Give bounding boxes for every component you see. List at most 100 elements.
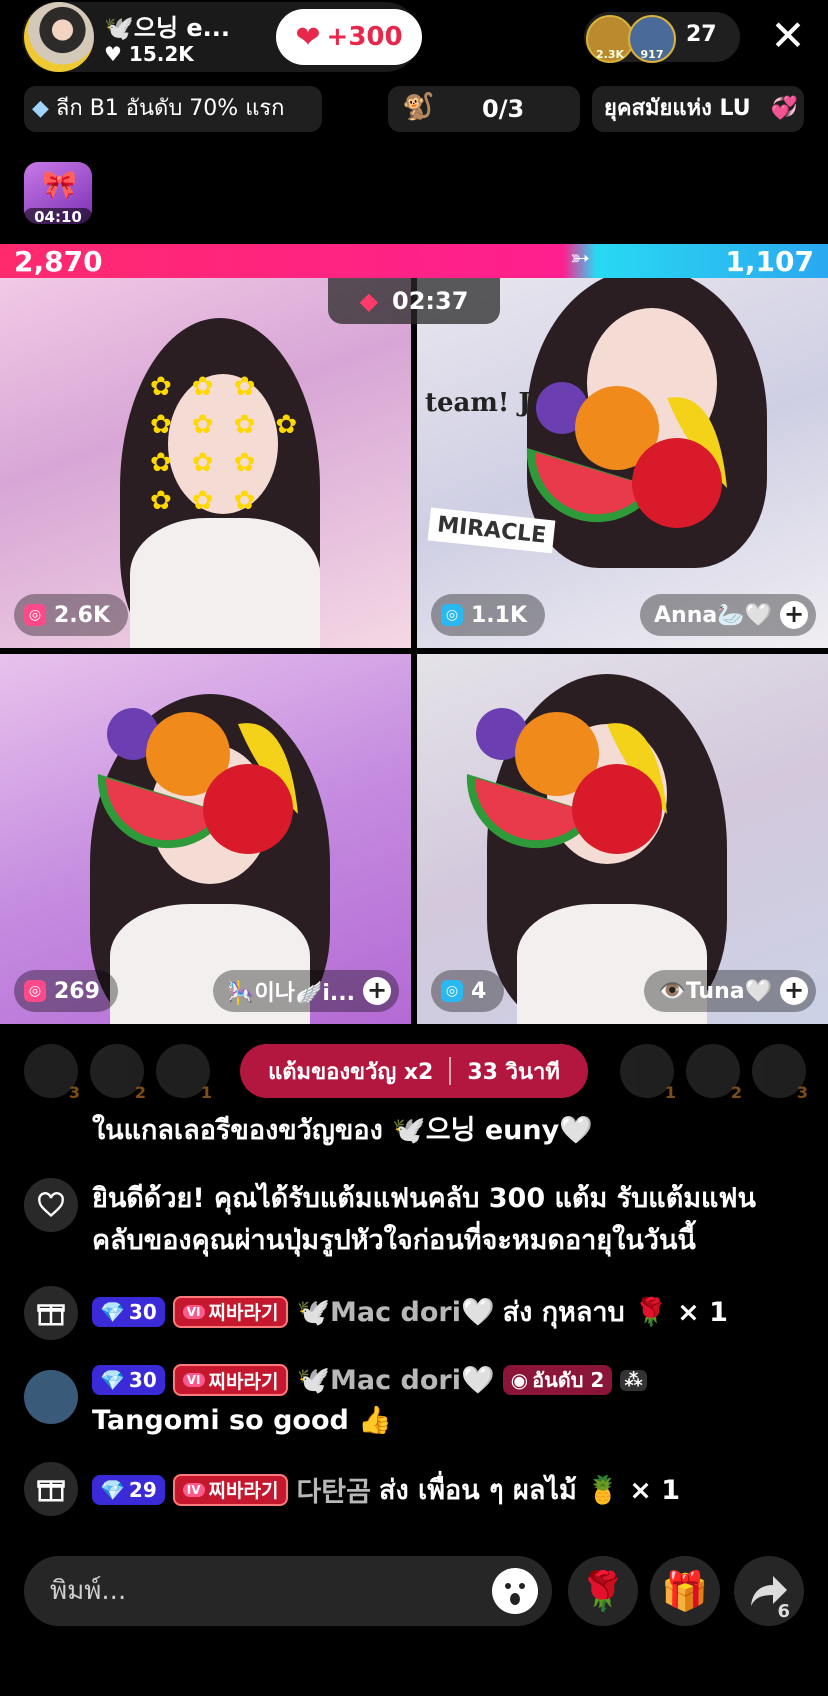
tile-gift-count[interactable]: ◎ 1.1K	[431, 594, 546, 636]
chat-gift-message: 💎 29 IV 찌바라기 다탄곰 ส่ง เพื่อน ๆ ผลไม้ 🍍 × 1	[92, 1468, 680, 1511]
viewer-count[interactable]: 27	[686, 22, 717, 47]
stream-tile-4[interactable]: ◎ 4 👁️Tuna🤍 +	[417, 654, 828, 1024]
chat-message: ในแกลเลอรีของขวัญของ 🕊️으닝 euny🤍	[92, 1115, 593, 1146]
hearts-icon: 💞	[770, 96, 798, 121]
divider	[449, 1057, 452, 1085]
chat-system-message: ยินดีด้วย! คุณได้รับแต้มแฟนคลับ 300 แต้ม…	[92, 1183, 757, 1214]
rose-gift-button[interactable]: 🌹	[568, 1556, 638, 1626]
rank-avatar-right[interactable]: 1	[620, 1044, 676, 1102]
chat-message-text: Tangomi so good 👍	[92, 1405, 392, 1436]
comment-box[interactable]	[24, 1556, 552, 1626]
fruit-gift-effect	[526, 382, 727, 528]
gift-multiplier-banner[interactable]: แต้มของขวัญ x2 33 วินาที	[240, 1044, 588, 1098]
gift-icon: ◎	[24, 980, 46, 1002]
fanclub-badge: IV 찌바라기	[172, 1473, 289, 1506]
monkey-icon: 🐒	[402, 92, 435, 122]
era-text: ยุคสมัยแห่ง LU	[604, 96, 751, 121]
treasure-box[interactable]: 🎀 04:10	[24, 162, 92, 226]
gift-icon: 🎁	[661, 1568, 709, 1613]
tile-streamer-name[interactable]: 👁️Tuna🤍 +	[644, 970, 816, 1012]
viewer-avatar[interactable]: 2.3K	[586, 15, 634, 63]
user-avatar[interactable]	[24, 1370, 78, 1424]
quest-progress-text: 0/3	[482, 95, 525, 123]
chat-action: ส่ง กุหลาบ 🌹 × 1	[502, 1297, 728, 1328]
streamer-name: Anna🦢🤍	[654, 602, 772, 628]
gift-icon: ◎	[441, 980, 463, 1002]
host-likes-value: 15.2K	[128, 42, 194, 66]
comment-input[interactable]	[48, 1570, 472, 1612]
tile-streamer-name[interactable]: 🎠이나🪽i... +	[213, 970, 399, 1012]
tile-count: 269	[54, 978, 100, 1004]
close-icon[interactable]: ✕	[766, 14, 810, 58]
league-badge[interactable]: ◆ ลีก B1 อันดับ 70% แรก	[24, 86, 322, 132]
chat-username[interactable]: 🕊️Mac dori🤍	[296, 1296, 494, 1328]
rose-icon: 🌹	[579, 1568, 627, 1613]
gift-button[interactable]: 🎁	[650, 1556, 720, 1626]
multiplier-label: แต้มของขวัญ x2	[268, 1059, 434, 1085]
left-score: 2,870	[14, 245, 103, 278]
stream-tile-2[interactable]: team! Joi MIRACLE ◎ 1.1K Anna🦢🤍 +	[417, 278, 828, 648]
tile-gift-count[interactable]: ◎ 4	[431, 970, 505, 1012]
host-name[interactable]: 🕊️으닝 e...	[104, 8, 230, 43]
level-badge: 💎 29	[92, 1474, 165, 1505]
rank-badge: ◉ อันดับ 2	[502, 1365, 613, 1395]
chat-gift-message: 💎 30 VI 찌바라기 🕊️Mac dori🤍 ส่ง กุหลาบ 🌹 × 1	[92, 1290, 728, 1333]
follow-plus-icon[interactable]: +	[780, 977, 808, 1005]
heart-icon: ♥	[104, 42, 122, 66]
gift-box-icon: 🎀	[42, 168, 77, 201]
tile-gift-count[interactable]: ◎ 269	[14, 970, 118, 1012]
fanclub-badge: VI 찌바라기	[172, 1364, 289, 1396]
gift-icon: ◎	[24, 604, 46, 626]
chat-action: ส่ง เพื่อน ๆ ผลไม้ 🍍 × 1	[378, 1475, 681, 1506]
share-button[interactable]: 6	[734, 1556, 804, 1626]
like-button[interactable]: ❤ +300	[276, 9, 422, 65]
gift-outline-icon	[24, 1286, 78, 1340]
rank-avatar-left[interactable]: 1	[156, 1044, 212, 1102]
host-likes: ♥ 15.2K	[104, 42, 194, 66]
tile-streamer-name[interactable]: Anna🦢🤍 +	[640, 594, 816, 636]
streamer-name: 👁️Tuna🤍	[658, 978, 772, 1004]
gift-outline-icon	[24, 1462, 78, 1516]
share-count: 6	[777, 1601, 790, 1622]
era-banner[interactable]: ยุคสมัยแห่ง LU 💞	[592, 86, 804, 132]
diamond-icon: ◆	[32, 96, 49, 121]
viewer-avatar[interactable]: 917	[628, 15, 676, 63]
fruit-gift-effect	[97, 708, 298, 854]
fruit-gift-effect	[466, 708, 667, 854]
vs-icon: ◆	[359, 287, 379, 315]
chat-username[interactable]: 다탄곰	[296, 1470, 371, 1509]
heart-icon: ❤	[295, 19, 321, 55]
tile-count: 1.1K	[471, 602, 528, 628]
gift-icon: ◎	[441, 604, 463, 626]
tile-count: 4	[471, 978, 487, 1004]
streamer-name: 🎠이나🪽i...	[227, 981, 355, 1006]
level-badge: 💎 30	[92, 1365, 165, 1395]
streamer-body	[130, 518, 320, 648]
flame-icon: ➳	[570, 244, 591, 272]
level-badge: 💎 30	[92, 1296, 165, 1327]
battle-countdown: ◆ 02:37	[328, 278, 500, 324]
battle-countdown-text: 02:37	[392, 287, 469, 315]
stream-tile-3[interactable]: ◎ 269 🎠이나🪽i... +	[0, 654, 411, 1024]
chat-system-message: คลับของคุณผ่านปุ่มรูปหัวใจก่อนที่จะหมดอา…	[92, 1225, 696, 1256]
host-avatar[interactable]	[24, 2, 94, 72]
quest-progress[interactable]: 🐒 0/3	[388, 86, 580, 132]
battle-score-bar: 2,870 ➳ 1,107	[0, 244, 828, 278]
like-button-label: +300	[326, 22, 403, 52]
tile-gift-count[interactable]: ◎ 2.6K	[14, 594, 129, 636]
rank-avatar-right[interactable]: 3	[752, 1044, 808, 1102]
treasure-timer: 04:10	[24, 208, 92, 226]
stream-tile-1[interactable]: ✿✿✿ ✿✿✿✿ ✿✿✿ ✿✿✿ ◎ 2.6K	[0, 278, 411, 648]
chat-username[interactable]: 🕊️Mac dori🤍	[296, 1364, 494, 1396]
tile-count: 2.6K	[54, 602, 111, 628]
rank-avatar-left[interactable]: 3	[24, 1044, 80, 1102]
rank-avatar-left[interactable]: 2	[90, 1044, 146, 1102]
follow-plus-icon[interactable]: +	[363, 977, 391, 1005]
follow-plus-icon[interactable]: +	[780, 601, 808, 629]
fanclub-badge: VI 찌바라기	[172, 1295, 289, 1328]
rank-avatar-right[interactable]: 2	[686, 1044, 742, 1102]
group-icon: ⁂	[620, 1369, 647, 1391]
emoji-icon[interactable]	[492, 1568, 538, 1614]
flower-effect: ✿✿✿ ✿✿✿✿ ✿✿✿ ✿✿✿	[150, 372, 318, 516]
league-text: ลีก B1 อันดับ 70% แรก	[55, 96, 285, 121]
